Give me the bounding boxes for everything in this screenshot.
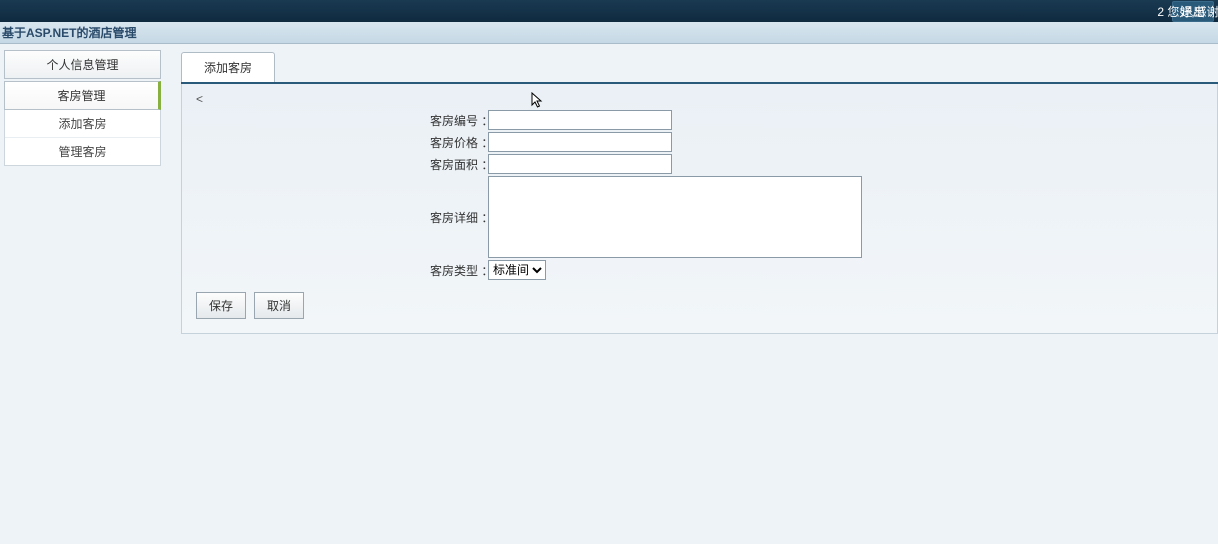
label-room-area: 客房面积 ： <box>430 156 488 173</box>
tab-strip: 添加客房 <box>181 52 1218 84</box>
tab-add-room[interactable]: 添加客房 <box>181 52 275 82</box>
sidebar-subitem-add-room[interactable]: 添加客房 <box>5 110 160 138</box>
input-room-no[interactable] <box>488 110 672 130</box>
label-room-price: 客房价格 ： <box>430 134 488 151</box>
sidebar-item-rooms[interactable]: 客房管理 <box>4 81 161 110</box>
sidebar: 个人信息管理 客房管理 添加客房 管理客房 <box>0 44 165 544</box>
sidebar-subitem-manage-room[interactable]: 管理客房 <box>5 138 160 165</box>
room-form: 客房编号 ： 客房价格 ： 客房面积 ： 客房详细 ： 客房类型 ： <box>430 110 1205 280</box>
app-title-bar: 基于ASP.NET的酒店管理 <box>0 22 1218 44</box>
label-room-type: 客房类型 ： <box>430 262 488 279</box>
input-room-detail[interactable] <box>488 176 862 258</box>
cancel-button[interactable]: 取消 <box>254 292 304 319</box>
sidebar-item-personal[interactable]: 个人信息管理 <box>4 50 161 79</box>
select-room-type[interactable]: 标准间 <box>488 260 546 280</box>
label-room-no: 客房编号 ： <box>430 112 488 129</box>
app-title: 基于ASP.NET的酒店管理 <box>2 24 136 41</box>
breadcrumb-back[interactable]: < <box>194 92 1205 106</box>
input-room-price[interactable] <box>488 132 672 152</box>
content-panel: < 客房编号 ： 客房价格 ： 客房面积 ： 客房详细 ： <box>181 84 1218 334</box>
label-room-detail: 客房详细 ： <box>430 209 488 226</box>
logout-button[interactable]: 退出 <box>1172 1 1214 22</box>
save-button[interactable]: 保存 <box>196 292 246 319</box>
input-room-area[interactable] <box>488 154 672 174</box>
top-bar: 2 您好,感谢登陆使用！ 退出 <box>0 0 1218 22</box>
main-area: 添加客房 < 客房编号 ： 客房价格 ： 客房面积 ： 客房详细 ： <box>165 44 1218 544</box>
